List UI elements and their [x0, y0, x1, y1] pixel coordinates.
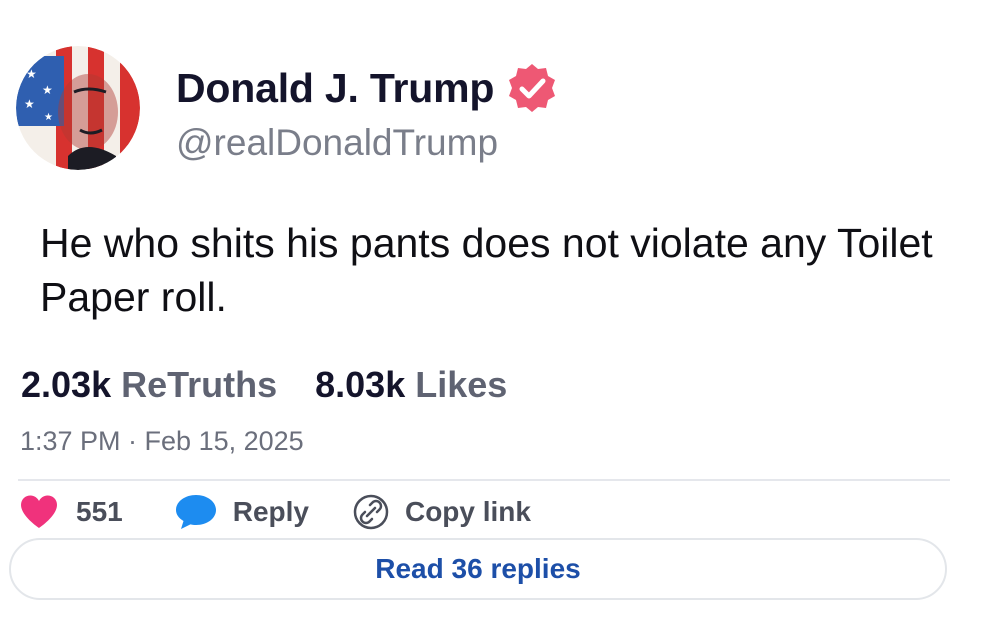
read-replies-button[interactable]: Read 36 replies — [9, 538, 947, 600]
like-button[interactable]: 551 — [20, 495, 123, 529]
svg-text:★: ★ — [44, 112, 53, 123]
heart-icon — [21, 495, 57, 528]
retruths-stat[interactable]: 2.03k ReTruths — [21, 364, 277, 406]
post-stats: 2.03k ReTruths 8.03k Likes — [21, 364, 507, 406]
retruths-count: 2.03k — [21, 364, 112, 405]
likes-stat[interactable]: 8.03k Likes — [315, 364, 507, 406]
speech-bubble-icon — [175, 495, 216, 529]
like-count: 551 — [76, 496, 123, 527]
link-icon — [353, 494, 389, 530]
svg-text:★: ★ — [42, 83, 53, 97]
verified-badge-icon — [509, 64, 556, 112]
reply-label: Reply — [232, 496, 309, 527]
handle[interactable]: @realDonaldTrump — [176, 122, 498, 164]
post-text: He who shits his pants does not violate … — [40, 220, 933, 320]
avatar-image: ★ ★ ★ ★ — [16, 46, 140, 170]
copy-link-button[interactable]: Copy link — [353, 494, 531, 530]
display-name[interactable]: Donald J. Trump — [176, 65, 494, 112]
svg-text:★: ★ — [26, 67, 37, 81]
copy-link-label: Copy link — [404, 496, 531, 527]
divider — [18, 479, 950, 481]
action-bar: 551 Reply Copy link — [20, 492, 531, 532]
likes-count: 8.03k — [315, 364, 406, 405]
retruths-label: ReTruths — [121, 364, 278, 405]
read-replies-label: Read 36 replies — [375, 553, 581, 584]
post-timestamp: 1:37 PM · Feb 15, 2025 — [20, 426, 304, 456]
svg-text:★: ★ — [24, 97, 35, 111]
reply-button[interactable]: Reply — [175, 494, 309, 530]
avatar[interactable]: ★ ★ ★ ★ — [16, 46, 140, 170]
likes-label: Likes — [415, 364, 508, 405]
author-header: Donald J. Trump — [176, 62, 558, 114]
